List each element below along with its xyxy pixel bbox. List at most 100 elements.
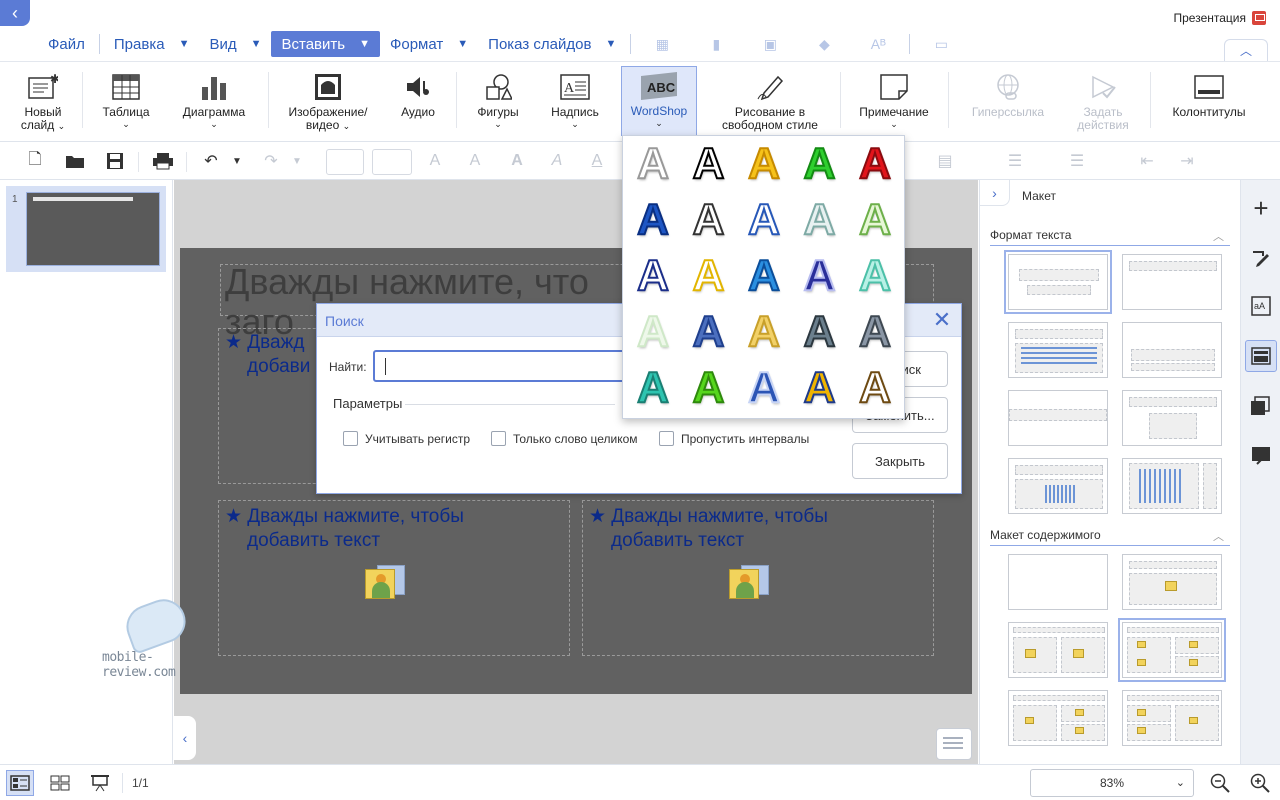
layout-content-left-two-right[interactable] xyxy=(1008,690,1108,746)
layout-title-content[interactable] xyxy=(1008,322,1108,378)
caption-button[interactable]: A Надпись ⌄ xyxy=(546,68,604,138)
slideshow-icon[interactable] xyxy=(86,770,114,796)
close-button[interactable]: Закрыть xyxy=(852,443,948,479)
content-placeholder-bottom-right[interactable]: ★ Дважды нажмите, чтобы добавить текст xyxy=(582,500,934,656)
increase-font-icon[interactable]: A xyxy=(424,151,446,171)
layout-content-blank[interactable] xyxy=(1008,554,1108,610)
decrease-font-icon[interactable]: A xyxy=(464,151,486,171)
document-title-area[interactable]: Презентация xyxy=(1174,11,1266,25)
zoom-out-icon[interactable] xyxy=(1206,770,1234,796)
menu-format[interactable]: Формат ▼ xyxy=(380,31,478,57)
checkbox-box[interactable] xyxy=(491,431,506,446)
wordshop-style-18[interactable]: A xyxy=(736,304,792,360)
text-style-icon[interactable]: Aᴮ xyxy=(863,34,893,54)
back-button[interactable]: ‹ xyxy=(0,0,30,26)
layout-title-box[interactable] xyxy=(1122,390,1222,446)
layout-section-header[interactable] xyxy=(1122,322,1222,378)
wordshop-style-5[interactable]: A xyxy=(847,136,903,192)
wordshop-style-7[interactable]: A xyxy=(681,192,737,248)
chart-icon[interactable]: ▮ xyxy=(701,34,731,54)
audio-button[interactable]: Аудио xyxy=(392,68,444,138)
wordshop-style-14[interactable]: A xyxy=(792,248,848,304)
wordshop-button[interactable]: ABC WordShop ⌄ xyxy=(621,66,697,136)
italic-icon[interactable]: A xyxy=(546,151,568,171)
content-layout-section-header[interactable]: Макет содержимого ︿ xyxy=(990,528,1230,546)
image-video-button[interactable]: Изображение/видео ⌄ xyxy=(282,68,374,138)
layout-vertical-title-text[interactable] xyxy=(1122,458,1222,514)
wordshop-style-3[interactable]: A xyxy=(736,136,792,192)
image-icon[interactable]: ▣ xyxy=(755,34,785,54)
layout-blank-title[interactable] xyxy=(1008,390,1108,446)
menu-view[interactable]: Вид ▼ xyxy=(199,31,271,57)
font-size-select[interactable] xyxy=(372,149,412,175)
hyperlink-button[interactable]: Гиперссылка xyxy=(962,68,1054,138)
menu-slideshow[interactable]: Показ слайдов ▼ xyxy=(478,31,626,57)
save-icon[interactable] xyxy=(104,151,126,171)
collapse-panel-button[interactable]: › xyxy=(980,180,1010,206)
wordshop-style-8[interactable]: A xyxy=(736,192,792,248)
transition-icon[interactable] xyxy=(1245,390,1277,422)
font-name-select[interactable] xyxy=(326,149,364,175)
chart-button[interactable]: Диаграмма ⌄ xyxy=(176,68,252,138)
set-actions-button[interactable]: Задать действия xyxy=(1068,68,1138,138)
table-icon[interactable]: ▦ xyxy=(647,34,677,54)
text-format-section-header[interactable]: Формат текста ︿ xyxy=(990,228,1230,246)
wordshop-style-16[interactable]: A xyxy=(625,304,681,360)
wordshop-style-9[interactable]: A xyxy=(792,192,848,248)
wordshop-style-1[interactable]: A xyxy=(625,136,681,192)
whole-word-checkbox[interactable]: Только слово целиком xyxy=(491,431,638,446)
chevron-down-icon[interactable]: ▼ xyxy=(286,151,308,171)
numbered-list-icon[interactable]: ☰ xyxy=(1066,151,1088,171)
wordshop-style-4[interactable]: A xyxy=(792,136,848,192)
layout-title-slide[interactable] xyxy=(1004,250,1112,314)
wordshop-style-11[interactable]: A xyxy=(625,248,681,304)
wordshop-style-2[interactable]: A xyxy=(681,136,737,192)
skip-spaces-checkbox[interactable]: Пропустить интервалы xyxy=(659,431,809,446)
match-case-checkbox[interactable]: Учитывать регистр xyxy=(343,431,470,446)
wordshop-style-21[interactable]: A xyxy=(625,360,681,416)
insert-picture-icon[interactable] xyxy=(365,565,405,599)
layout-vertical-text[interactable] xyxy=(1008,458,1108,514)
add-icon[interactable]: + xyxy=(1245,192,1277,224)
wordshop-style-6[interactable]: A xyxy=(625,192,681,248)
freehand-drawing-button[interactable]: Рисование в свободном стиле xyxy=(710,68,830,138)
shapes-icon[interactable]: ◆ xyxy=(809,34,839,54)
checkbox-box[interactable] xyxy=(659,431,674,446)
normal-view-icon[interactable] xyxy=(6,770,34,796)
new-slide-button[interactable]: ✱ Новый слайд ⌄ xyxy=(14,68,72,138)
open-folder-icon[interactable] xyxy=(64,151,86,171)
layout-content-two[interactable] xyxy=(1008,622,1108,678)
wordshop-style-25[interactable]: A xyxy=(847,360,903,416)
bold-icon[interactable]: A xyxy=(506,151,528,171)
layout-content-single[interactable] xyxy=(1122,554,1222,610)
content-placeholder-bottom-left[interactable]: ★ Дважды нажмите, чтобы добавить текст xyxy=(218,500,570,656)
layout-icon[interactable] xyxy=(1245,340,1277,372)
menu-edit[interactable]: Правка ▼ xyxy=(104,31,200,57)
underline-icon[interactable]: A xyxy=(586,151,608,171)
redo-icon[interactable]: ↷ xyxy=(260,151,282,171)
bullet-list-icon[interactable]: ☰ xyxy=(1004,151,1026,171)
checkbox-box[interactable] xyxy=(343,431,358,446)
zoom-select[interactable]: 83% ⌄ xyxy=(1030,769,1194,797)
print-icon[interactable] xyxy=(152,151,174,171)
undo-icon[interactable]: ↶ xyxy=(200,151,222,171)
note-button[interactable]: Примечание ⌄ xyxy=(854,68,934,138)
menu-insert[interactable]: Вставить ▼ xyxy=(271,31,380,57)
zoom-in-icon[interactable] xyxy=(1246,770,1274,796)
textbox-icon[interactable]: ▭ xyxy=(926,34,956,54)
slide-thumbnail[interactable] xyxy=(26,192,160,266)
layout-content-two-left-right[interactable] xyxy=(1122,690,1222,746)
menu-file[interactable]: Файл xyxy=(38,31,95,57)
edit-icon[interactable] xyxy=(1245,242,1277,274)
show-thumbnails-button[interactable]: ‹ xyxy=(174,716,196,760)
notes-toggle-button[interactable] xyxy=(936,728,972,760)
slide-thumbnail-item[interactable]: 1 xyxy=(6,186,166,272)
wordshop-style-20[interactable]: A xyxy=(847,304,903,360)
table-button[interactable]: Таблица ⌄ xyxy=(96,68,156,138)
align-icon[interactable]: ▤ xyxy=(934,151,956,171)
wordshop-style-12[interactable]: A xyxy=(681,248,737,304)
notes-icon[interactable] xyxy=(1245,440,1277,472)
shapes-button[interactable]: Фигуры ⌄ xyxy=(470,68,526,138)
slide-sorter-icon[interactable] xyxy=(46,770,74,796)
wordshop-style-23[interactable]: A xyxy=(736,360,792,416)
